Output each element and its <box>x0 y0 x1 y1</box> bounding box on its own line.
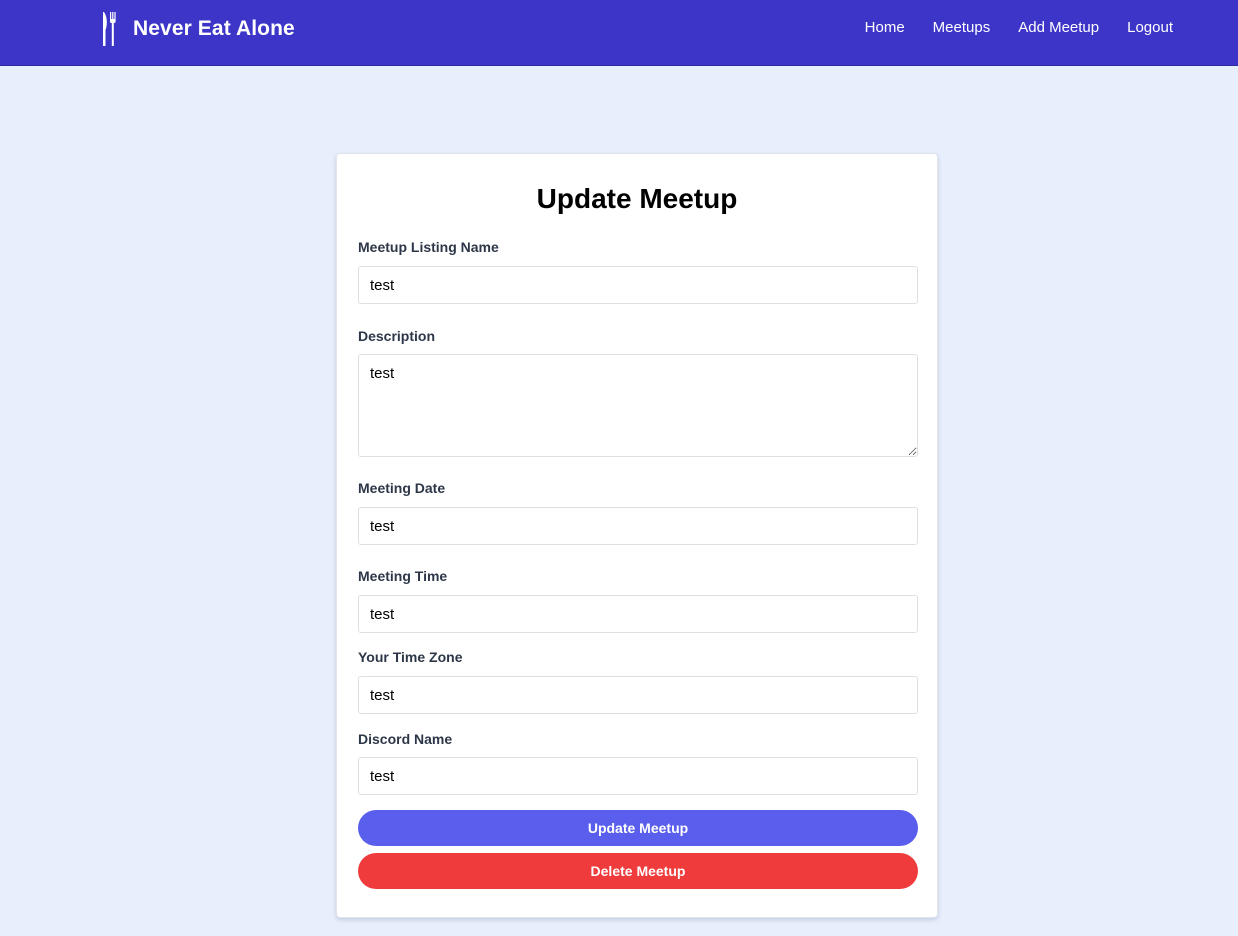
meeting-time-label: Meeting Time <box>358 568 448 584</box>
nav-link-meetups[interactable]: Meetups <box>933 19 991 37</box>
brand[interactable]: Never Eat Alone <box>100 11 295 47</box>
update-meetup-form: Update Meetup Meetup Listing Name Descri… <box>336 153 938 918</box>
nav-link-add-meetup[interactable]: Add Meetup <box>1018 19 1099 37</box>
nav-links: Home Meetups Add Meetup Logout <box>865 19 1173 37</box>
discord-name-label: Discord Name <box>358 731 453 747</box>
form-title: Update Meetup <box>536 183 738 214</box>
discord-name-input[interactable] <box>358 757 918 795</box>
delete-meetup-button[interactable]: Delete Meetup <box>358 853 918 889</box>
description-label: Description <box>358 328 436 344</box>
fork-knife-icon <box>100 11 119 47</box>
time-zone-input[interactable] <box>358 676 918 714</box>
meeting-date-input[interactable] <box>358 507 918 545</box>
navbar: Never Eat Alone Home Meetups Add Meetup … <box>0 0 1238 66</box>
listing-name-label: Meetup Listing Name <box>358 239 499 255</box>
listing-name-input[interactable] <box>358 266 918 304</box>
update-meetup-button[interactable]: Update Meetup <box>358 810 918 846</box>
brand-name: Never Eat Alone <box>133 17 295 40</box>
meeting-time-input[interactable] <box>358 595 918 633</box>
time-zone-label: Your Time Zone <box>358 649 463 665</box>
description-textarea[interactable]: test <box>358 354 918 457</box>
nav-link-logout[interactable]: Logout <box>1127 19 1173 37</box>
nav-link-home[interactable]: Home <box>865 19 905 37</box>
meeting-date-label: Meeting Date <box>358 480 446 496</box>
